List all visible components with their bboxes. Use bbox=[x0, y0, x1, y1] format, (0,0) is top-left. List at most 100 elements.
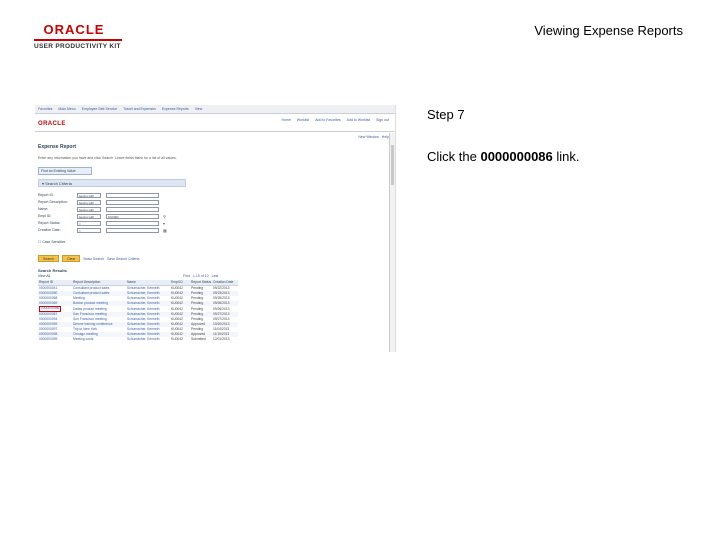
sign-out-link[interactable]: Sign out bbox=[376, 118, 389, 122]
table-row[interactable]: 0000000099 Meeting costs Schumacher, Kenne… bbox=[38, 337, 238, 342]
cell-value: 09/23/2013 bbox=[213, 291, 230, 296]
cell-value[interactable]: Schumacher, Kenneth bbox=[127, 296, 159, 300]
app-screenshot: Favorites Main Menu Employee Self-Servic… bbox=[35, 105, 396, 352]
operator-select[interactable]: begins with bbox=[77, 200, 101, 205]
cell-value[interactable]: Consultant product sales bbox=[73, 291, 109, 295]
vertical-scrollbar[interactable] bbox=[389, 133, 395, 352]
criteria-label: Report Description: bbox=[38, 200, 68, 204]
criteria-label: Report Status: bbox=[38, 221, 61, 225]
component-title: Expense Report bbox=[38, 144, 77, 150]
view-all-link[interactable]: View All bbox=[38, 274, 50, 278]
report-id-link[interactable]: 0000000087 bbox=[39, 312, 57, 316]
search-button[interactable]: Search bbox=[38, 255, 60, 262]
cell-value[interactable]: Schumacher, Kenneth bbox=[127, 317, 159, 321]
cell-value: 10/20/2013 bbox=[213, 322, 230, 327]
cell-value[interactable]: Consultant product sales bbox=[73, 286, 109, 290]
scrollbar-thumb[interactable] bbox=[391, 145, 394, 185]
criteria-input[interactable] bbox=[106, 193, 159, 198]
results-body: 0000000041 Consultant product sales Schuma… bbox=[38, 286, 238, 343]
column-header[interactable]: Report Status bbox=[190, 280, 212, 286]
add-to-favorites-link[interactable]: Add to Favorites bbox=[315, 118, 340, 122]
breadcrumb-item[interactable]: Travel and Expenses bbox=[123, 107, 156, 111]
cell-value[interactable]: Schumacher, Kenneth bbox=[127, 307, 159, 311]
report-id-link[interactable]: 0000000098 bbox=[39, 332, 57, 336]
app-header: ORACLE Home Worklist Add to Favorites Ad… bbox=[35, 114, 395, 132]
cell-value[interactable]: Schumacher, Kenneth bbox=[127, 322, 159, 326]
logo-wordmark: ORACLE bbox=[43, 22, 105, 37]
report-id-link[interactable]: 0000000050 bbox=[39, 291, 57, 295]
cell-value[interactable]: Sun Francisco meeting bbox=[73, 317, 107, 321]
cell-value[interactable]: Schumacher, Kenneth bbox=[127, 301, 159, 305]
help-link[interactable]: Help bbox=[382, 135, 389, 139]
operator-select[interactable]: begins with bbox=[77, 193, 101, 198]
cell-value[interactable]: Chicago meeting bbox=[73, 332, 98, 336]
criteria-row: Report Status: = ▾ bbox=[38, 221, 188, 227]
criteria-row: Report ID: begins with bbox=[38, 193, 188, 199]
search-criteria-header[interactable]: ▾ Search Criteria bbox=[38, 179, 186, 187]
cell-value[interactable]: Schumacher, Kenneth bbox=[127, 312, 159, 316]
cell-value[interactable]: Schumacher, Kenneth bbox=[127, 286, 159, 290]
cell-value: Pending bbox=[191, 301, 204, 306]
breadcrumb-item[interactable]: Favorites bbox=[38, 107, 52, 111]
operator-select[interactable]: begins with bbox=[77, 207, 101, 212]
report-id-link[interactable]: 0000000094 bbox=[39, 317, 57, 321]
search-results-table: Report ID Report Description Name Empl I… bbox=[38, 280, 238, 342]
breadcrumb-item[interactable]: Employee Self-Service bbox=[82, 107, 117, 111]
tab-find-existing-value[interactable]: Find an Existing Value bbox=[38, 167, 92, 175]
basic-search-link[interactable]: Basic Search bbox=[83, 257, 104, 261]
cell-value[interactable]: San Francisco meeting bbox=[73, 312, 107, 316]
operator-select[interactable]: begins with bbox=[77, 214, 101, 219]
report-id-link[interactable]: 0000000095 bbox=[39, 322, 57, 326]
cell-value: Pending bbox=[191, 311, 204, 316]
cell-value: KU0042 bbox=[171, 301, 183, 306]
last-link[interactable]: Last bbox=[212, 274, 219, 278]
oracle-upk-logo: ORACLE USER PRODUCTIVITY KIT bbox=[34, 22, 134, 50]
cell-value[interactable]: Schumacher, Kenneth bbox=[127, 337, 159, 341]
home-link[interactable]: Home bbox=[281, 118, 290, 122]
cell-value: KU0042 bbox=[171, 286, 183, 290]
case-sensitive[interactable]: ☐ Case Sensitive bbox=[38, 240, 65, 244]
criteria-input[interactable] bbox=[106, 221, 159, 226]
cell-value[interactable]: Meeting costs bbox=[73, 337, 93, 341]
criteria-input[interactable]: KU0001 bbox=[106, 214, 159, 219]
table-cell: Meeting costs bbox=[72, 337, 126, 342]
cell-value: Approved bbox=[191, 332, 206, 337]
worklist-link[interactable]: Worklist bbox=[297, 118, 309, 122]
report-id-link[interactable]: 0000000099 bbox=[39, 337, 57, 341]
report-id-link[interactable]: 0000000041 bbox=[39, 286, 57, 290]
report-id-link[interactable]: 0000000068 bbox=[39, 296, 57, 300]
cell-value[interactable]: Boston product meeting bbox=[73, 301, 108, 305]
criteria-input[interactable] bbox=[106, 228, 159, 233]
table-cell: Schumacher, Kenneth bbox=[126, 337, 170, 342]
criteria-input[interactable] bbox=[106, 200, 159, 205]
operator-select[interactable]: = bbox=[77, 228, 101, 233]
cell-value[interactable]: Trip to New York bbox=[73, 327, 97, 331]
cell-value: 09/26/2013 bbox=[213, 306, 230, 311]
cell-value[interactable]: Meeting bbox=[73, 296, 85, 300]
new-window-link[interactable]: New Window bbox=[358, 135, 378, 139]
cell-value[interactable]: Schumacher, Kenneth bbox=[127, 327, 159, 331]
report-id-link[interactable]: 0000000097 bbox=[39, 327, 57, 331]
save-search-link[interactable]: Save Search Criteria bbox=[107, 257, 139, 261]
cell-value: KU0042 bbox=[171, 322, 183, 327]
cell-value[interactable]: Schumacher, Kenneth bbox=[127, 332, 159, 336]
criteria-input[interactable] bbox=[106, 207, 159, 212]
table-cell: Submitted bbox=[190, 337, 212, 342]
operator-select[interactable]: = bbox=[77, 221, 101, 226]
calendar-icon[interactable]: ▦ bbox=[163, 228, 168, 233]
lookup-icon[interactable]: ⚲ bbox=[163, 214, 168, 219]
first-link[interactable]: First bbox=[183, 274, 190, 278]
cell-value[interactable]: Denver training conference bbox=[73, 322, 113, 326]
cell-value[interactable]: Schumacher, Kenneth bbox=[127, 291, 159, 295]
breadcrumb-toolbar: Favorites Main Menu Employee Self-Servic… bbox=[35, 105, 395, 114]
criteria-row: Empl ID: begins with KU0001 ⚲ bbox=[38, 214, 188, 220]
clear-button[interactable]: Clear bbox=[62, 255, 81, 262]
step-label: Step 7 bbox=[427, 107, 465, 122]
cell-value[interactable]: Dallas product meeting bbox=[73, 307, 107, 311]
breadcrumb-item[interactable]: View bbox=[195, 107, 203, 111]
breadcrumb-item[interactable]: Main Menu bbox=[58, 107, 75, 111]
report-id-link[interactable]: 0000000069 bbox=[39, 301, 57, 305]
breadcrumb-item[interactable]: Expense Reports bbox=[162, 107, 189, 111]
add-to-worklist-link[interactable]: Add to Worklist bbox=[347, 118, 370, 122]
dropdown-icon[interactable]: ▾ bbox=[163, 221, 168, 226]
